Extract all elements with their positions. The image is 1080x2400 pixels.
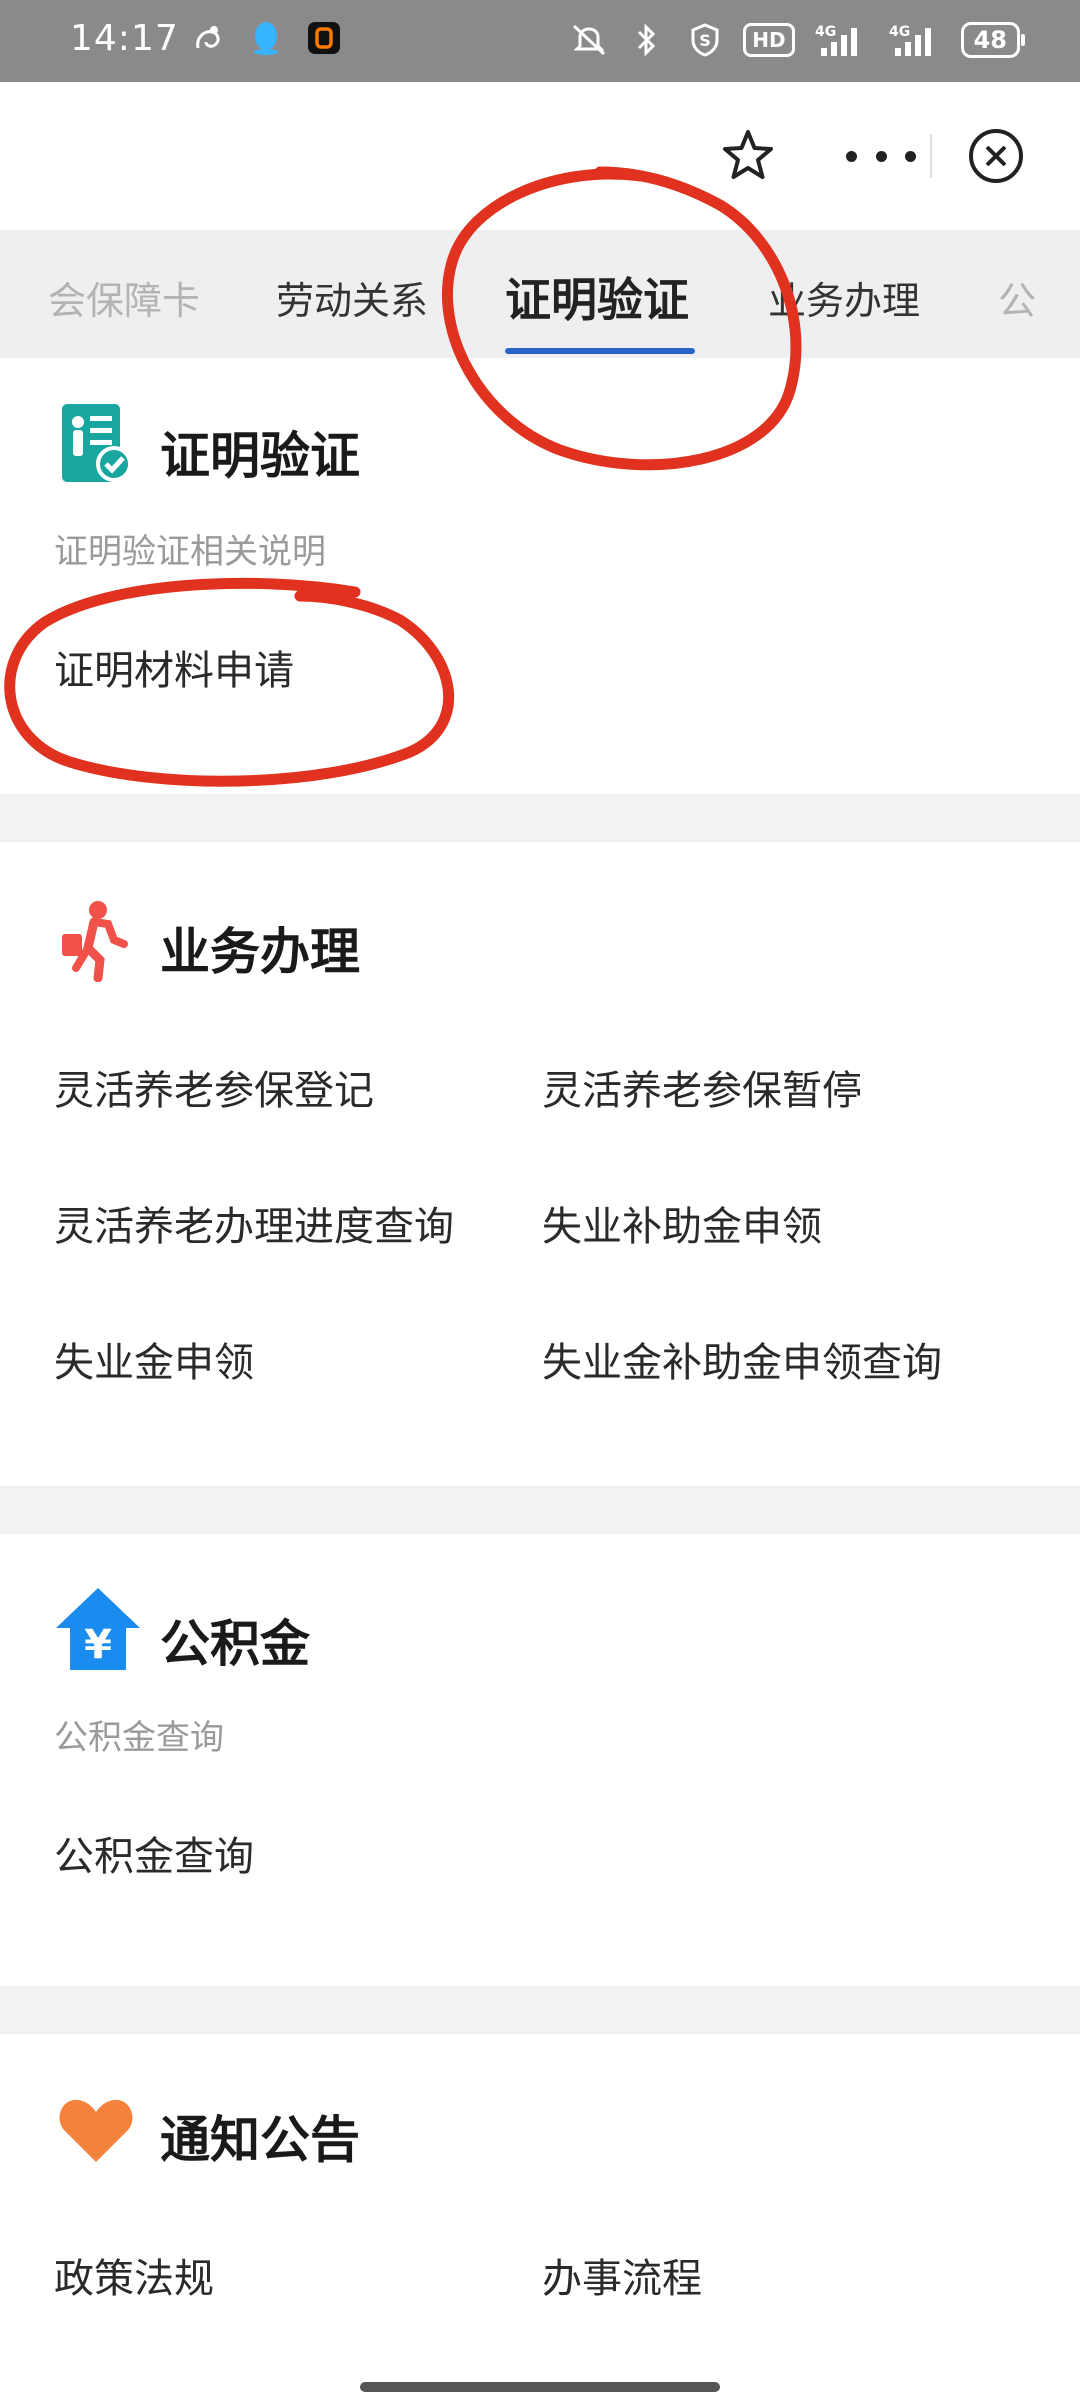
item-flexible-pension-progress[interactable]: 灵活养老办理进度查询 xyxy=(54,1204,474,1250)
dot-icon xyxy=(875,150,887,162)
app-bar xyxy=(0,82,1080,230)
bluetooth-icon xyxy=(627,20,667,60)
status-left-icons xyxy=(188,18,344,58)
signal-icon-2: 4G xyxy=(887,20,943,60)
running-person-icon xyxy=(56,898,136,983)
section-notice: 通知公告 政策法规 办事流程 xyxy=(0,2034,1080,2400)
status-time: 14:17 xyxy=(70,18,179,59)
item-unemployment-benefit-apply[interactable]: 失业金申领 xyxy=(54,1340,474,1386)
qq-icon xyxy=(246,18,286,58)
item-housing-fund-query[interactable]: 公积金查询 xyxy=(54,1834,254,1880)
section-title: 通知公告 xyxy=(160,2111,360,2169)
section-title: 公积金 xyxy=(160,1615,310,1673)
app-bar-divider xyxy=(930,134,932,178)
item-flexible-pension-register[interactable]: 灵活养老参保登记 xyxy=(54,1068,474,1114)
tab-business-handling[interactable]: 业务办理 xyxy=(768,270,920,325)
category-tabs: 会保障卡 劳动关系 证明验证 业务办理 公 xyxy=(0,230,1080,358)
svg-text:S: S xyxy=(699,31,711,50)
close-icon[interactable] xyxy=(966,126,1026,190)
tab-partial[interactable]: 公 xyxy=(998,270,1036,325)
dot-icon xyxy=(846,150,857,162)
item-flexible-pension-pause[interactable]: 灵活养老参保暂停 xyxy=(542,1068,962,1114)
certificate-icon xyxy=(56,402,136,482)
section-business: 业务办理 灵活养老参保登记 灵活养老参保暂停 灵活养老办理进度查询 失业补助金申… xyxy=(0,842,1080,1486)
battery-indicator: 48 xyxy=(960,22,1026,58)
svg-text:¥: ¥ xyxy=(84,1622,112,1668)
tab-labor-relations[interactable]: 劳动关系 xyxy=(276,270,428,325)
star-icon[interactable] xyxy=(718,126,778,190)
squirrel-icon xyxy=(188,18,228,58)
section-subtitle: 公积金查询 xyxy=(54,1718,224,1758)
section-subtitle: 证明验证相关说明 xyxy=(54,532,326,572)
app-badge-icon xyxy=(304,18,344,58)
tab-certificate-verification[interactable]: 证明验证 xyxy=(505,264,689,330)
signal2-label: 4G xyxy=(889,24,910,40)
housing-fund-icon: ¥ xyxy=(50,1582,146,1670)
section-certificate: 证明验证 证明验证相关说明 证明材料申请 xyxy=(0,358,1080,794)
status-bar: 14:17 S HD 4G 4G 48 xyxy=(0,0,1080,82)
heart-icon xyxy=(56,2094,136,2174)
section-title: 证明验证 xyxy=(160,427,360,485)
signal1-label: 4G xyxy=(815,24,836,40)
tab-social-security-card[interactable]: 会保障卡 xyxy=(48,270,200,325)
shield-s-icon: S xyxy=(685,20,725,60)
item-procedures[interactable]: 办事流程 xyxy=(542,2256,702,2302)
more-options-button[interactable] xyxy=(846,126,916,186)
home-indicator[interactable] xyxy=(360,2382,720,2392)
section-housing-fund: ¥ 公积金 公积金查询 公积金查询 xyxy=(0,1534,1080,1986)
mute-bell-icon xyxy=(569,20,609,60)
item-certificate-application[interactable]: 证明材料申请 xyxy=(54,648,294,694)
section-title: 业务办理 xyxy=(160,923,360,981)
item-unemployment-benefit-query[interactable]: 失业金补助金申领查询 xyxy=(542,1340,962,1386)
status-right-icons: S HD 4G 4G 48 xyxy=(569,20,1026,60)
signal-icon: 4G xyxy=(813,20,869,60)
item-policy-regulations[interactable]: 政策法规 xyxy=(54,2256,214,2302)
hd-indicator: HD xyxy=(743,23,795,57)
item-unemployment-subsidy-apply[interactable]: 失业补助金申领 xyxy=(542,1204,962,1250)
active-tab-indicator xyxy=(505,348,695,354)
dot-icon xyxy=(905,150,916,162)
